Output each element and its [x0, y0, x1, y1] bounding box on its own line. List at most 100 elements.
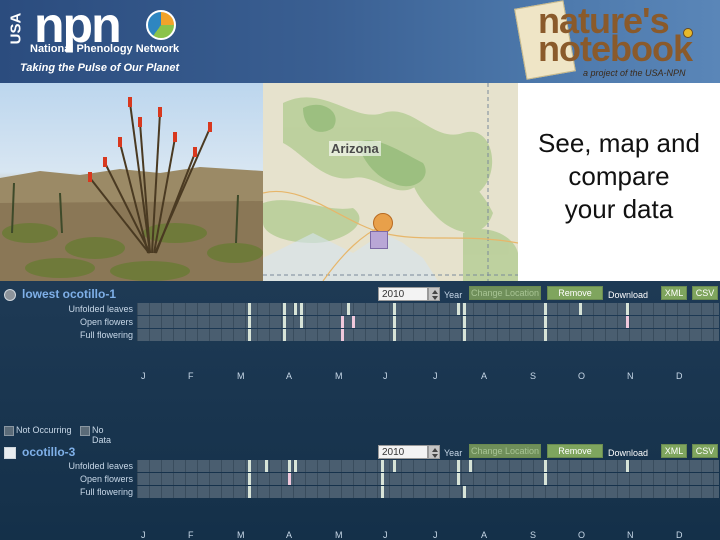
observation-mark[interactable] [463, 316, 466, 328]
observation-mark[interactable] [381, 486, 384, 498]
month-label: S [530, 530, 537, 540]
phenophase-track [137, 460, 719, 472]
observation-mark[interactable] [300, 316, 303, 328]
change-location-button[interactable]: Change Location [469, 286, 541, 300]
observation-mark[interactable] [341, 329, 344, 341]
map-state-label: Arizona [329, 141, 381, 156]
month-label: D [676, 371, 683, 381]
month-label: S [530, 371, 537, 381]
phenophase-row: Unfolded leaves [0, 460, 720, 473]
natures-notebook-logo-line2[interactable]: notebook [538, 28, 693, 70]
month-label: A [481, 530, 488, 540]
phenophase-label: Full flowering [79, 330, 133, 340]
observation-mark[interactable] [457, 473, 460, 485]
observation-mark[interactable] [352, 316, 355, 328]
promo-panel: See, map and compare your data [518, 83, 720, 281]
observation-mark[interactable] [463, 303, 466, 315]
observation-mark[interactable] [544, 329, 547, 341]
station-toggle[interactable] [4, 289, 16, 301]
month-label: J [433, 530, 438, 540]
observation-mark[interactable] [283, 303, 286, 315]
observation-mark[interactable] [288, 460, 291, 472]
observation-mark[interactable] [341, 316, 344, 328]
month-label: M [237, 530, 245, 540]
phenophase-row: Unfolded leaves [0, 303, 720, 316]
month-label: F [188, 371, 194, 381]
no-data-swatch [80, 426, 90, 436]
station-header: lowest ocotillo-1 2010 Year Change Locat… [0, 283, 720, 303]
observation-mark[interactable] [248, 473, 251, 485]
phenophase-track [137, 316, 719, 328]
observation-mark[interactable] [469, 460, 472, 472]
promo-line-3: your data [564, 194, 674, 224]
observation-mark[interactable] [294, 303, 297, 315]
observation-mark[interactable] [248, 329, 251, 341]
observation-mark[interactable] [626, 303, 629, 315]
observation-mark[interactable] [393, 460, 396, 472]
remove-button[interactable]: Remove [547, 286, 603, 300]
station-name[interactable]: ocotillo-3 [22, 445, 75, 459]
download-csv-button[interactable]: CSV [692, 286, 718, 300]
observation-mark[interactable] [248, 460, 251, 472]
observation-mark[interactable] [393, 329, 396, 341]
phenophase-label: Unfolded leaves [68, 304, 133, 314]
observation-mark[interactable] [544, 316, 547, 328]
observation-mark[interactable] [248, 303, 251, 315]
download-xml-button[interactable]: XML [661, 444, 687, 458]
promo-line-1: See, map and [538, 128, 700, 158]
remove-button[interactable]: Remove [547, 444, 603, 458]
observation-mark[interactable] [626, 460, 629, 472]
month-label: A [481, 371, 488, 381]
year-input[interactable]: 2010 [378, 287, 428, 301]
year-stepper-icon[interactable] [428, 445, 440, 459]
download-label: Download [608, 448, 649, 458]
phenology-data-panel: lowest ocotillo-1 2010 Year Change Locat… [0, 281, 720, 540]
change-location-button[interactable]: Change Location [469, 444, 541, 458]
station-checkbox[interactable] [4, 447, 16, 459]
site-marker-icon[interactable] [373, 213, 393, 233]
observation-mark[interactable] [544, 303, 547, 315]
month-label: M [237, 371, 245, 381]
year-label: Year [444, 290, 463, 300]
year-stepper-icon[interactable] [428, 287, 440, 301]
month-label: N [627, 371, 634, 381]
observation-mark[interactable] [283, 316, 286, 328]
promo-line-2: compare [568, 161, 670, 191]
observation-mark[interactable] [457, 460, 460, 472]
observation-mark[interactable] [579, 303, 582, 315]
phenophase-label: Unfolded leaves [68, 461, 133, 471]
observation-mark[interactable] [544, 473, 547, 485]
observation-mark[interactable] [347, 303, 350, 315]
observation-mark[interactable] [288, 473, 291, 485]
observation-mark[interactable] [265, 460, 268, 472]
observation-mark[interactable] [300, 303, 303, 315]
observation-mark[interactable] [393, 303, 396, 315]
observation-map[interactable]: Arizona [263, 83, 518, 281]
download-xml-button[interactable]: XML [661, 286, 687, 300]
phenophase-row: Full flowering [0, 329, 720, 342]
observation-mark[interactable] [381, 460, 384, 472]
selected-site-marker-icon[interactable] [370, 231, 388, 249]
phenophase-track [137, 303, 719, 315]
station-header: ocotillo-3 2010 Year Change Location Rem… [0, 441, 720, 461]
month-label: N [627, 530, 634, 540]
month-label: J [141, 371, 146, 381]
year-input[interactable]: 2010 [378, 445, 428, 459]
observation-mark[interactable] [248, 316, 251, 328]
download-csv-button[interactable]: CSV [692, 444, 718, 458]
observation-mark[interactable] [283, 329, 286, 341]
observation-mark[interactable] [457, 303, 460, 315]
observation-mark[interactable] [626, 316, 629, 328]
observation-mark[interactable] [463, 329, 466, 341]
observation-mark[interactable] [294, 460, 297, 472]
phenophase-track [137, 486, 719, 498]
phenophase-track [137, 473, 719, 485]
observation-mark[interactable] [463, 486, 466, 498]
station-name[interactable]: lowest ocotillo-1 [22, 287, 116, 301]
observation-mark[interactable] [393, 316, 396, 328]
observation-mark[interactable] [544, 460, 547, 472]
observation-mark[interactable] [248, 486, 251, 498]
ocotillo-photo [0, 83, 263, 281]
observation-mark[interactable] [381, 473, 384, 485]
phenophase-track [137, 329, 719, 341]
